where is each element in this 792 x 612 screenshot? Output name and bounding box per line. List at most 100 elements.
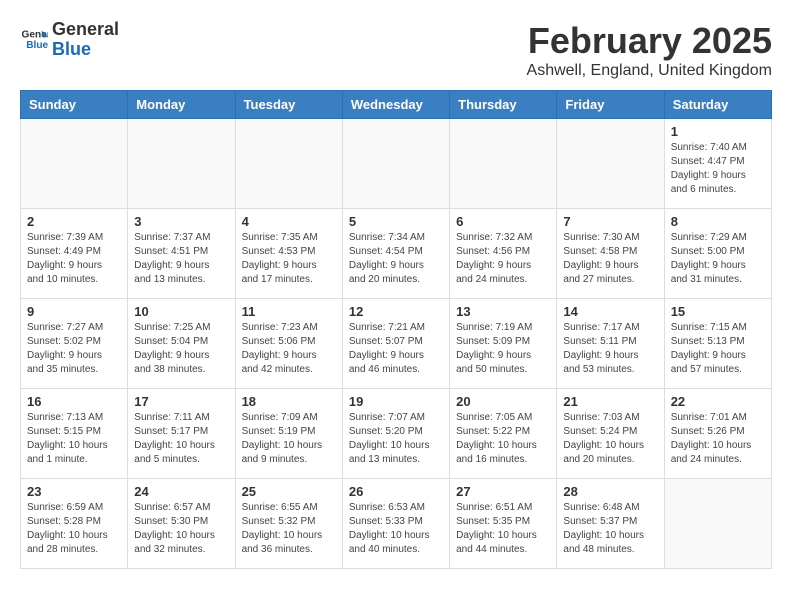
calendar-cell <box>342 119 449 209</box>
day-info: Sunrise: 7:23 AM Sunset: 5:06 PM Dayligh… <box>242 321 336 377</box>
day-info: Sunrise: 6:51 AM Sunset: 5:35 PM Dayligh… <box>456 501 550 557</box>
day-number: 27 <box>456 484 550 499</box>
calendar-subtitle: Ashwell, England, United Kingdom <box>527 62 772 80</box>
logo: General Blue General Blue <box>20 20 119 60</box>
calendar-cell: 16Sunrise: 7:13 AM Sunset: 5:15 PM Dayli… <box>21 389 128 479</box>
day-info: Sunrise: 6:53 AM Sunset: 5:33 PM Dayligh… <box>349 501 443 557</box>
day-number: 24 <box>134 484 228 499</box>
day-info: Sunrise: 7:01 AM Sunset: 5:26 PM Dayligh… <box>671 411 765 467</box>
day-number: 6 <box>456 214 550 229</box>
calendar-table: SundayMondayTuesdayWednesdayThursdayFrid… <box>20 90 772 569</box>
day-number: 14 <box>563 304 657 319</box>
day-info: Sunrise: 7:09 AM Sunset: 5:19 PM Dayligh… <box>242 411 336 467</box>
calendar-header-row: SundayMondayTuesdayWednesdayThursdayFrid… <box>21 91 772 119</box>
day-number: 20 <box>456 394 550 409</box>
day-info: Sunrise: 7:21 AM Sunset: 5:07 PM Dayligh… <box>349 321 443 377</box>
calendar-cell: 19 Sunrise: 7:07 AM Sunset: 5:20 PM Dayli… <box>342 389 449 479</box>
calendar-cell <box>664 479 771 569</box>
calendar-week-row: 16Sunrise: 7:13 AM Sunset: 5:15 PM Dayli… <box>21 389 772 479</box>
calendar-cell: 25 Sunrise: 6:55 AM Sunset: 5:32 PM Dayli… <box>235 479 342 569</box>
calendar-week-row: 2Sunrise: 7:39 AM Sunset: 4:49 PM Daylig… <box>21 209 772 299</box>
day-number: 7 <box>563 214 657 229</box>
calendar-cell: 13Sunrise: 7:19 AM Sunset: 5:09 PM Dayli… <box>450 299 557 389</box>
day-number: 17 <box>134 394 228 409</box>
day-info: Sunrise: 7:32 AM Sunset: 4:56 PM Dayligh… <box>456 231 550 287</box>
calendar-week-row: 1Sunrise: 7:40 AM Sunset: 4:47 PM Daylig… <box>21 119 772 209</box>
calendar-cell: 6 Sunrise: 7:32 AM Sunset: 4:56 PM Daylig… <box>450 209 557 299</box>
calendar-cell: 17 Sunrise: 7:11 AM Sunset: 5:17 PM Dayli… <box>128 389 235 479</box>
day-info: Sunrise: 7:29 AM Sunset: 5:00 PM Dayligh… <box>671 231 765 287</box>
calendar-cell: 27 Sunrise: 6:51 AM Sunset: 5:35 PM Dayli… <box>450 479 557 569</box>
day-number: 25 <box>242 484 336 499</box>
weekday-header: Sunday <box>21 91 128 119</box>
calendar-cell: 21 Sunrise: 7:03 AM Sunset: 5:24 PM Dayli… <box>557 389 664 479</box>
calendar-cell <box>450 119 557 209</box>
day-number: 28 <box>563 484 657 499</box>
calendar-cell: 20 Sunrise: 7:05 AM Sunset: 5:22 PM Dayli… <box>450 389 557 479</box>
day-info: Sunrise: 7:25 AM Sunset: 5:04 PM Dayligh… <box>134 321 228 377</box>
weekday-header: Monday <box>128 91 235 119</box>
calendar-cell: 14 Sunrise: 7:17 AM Sunset: 5:11 PM Dayli… <box>557 299 664 389</box>
calendar-cell: 22 Sunrise: 7:01 AM Sunset: 5:26 PM Dayli… <box>664 389 771 479</box>
calendar-cell: 26Sunrise: 6:53 AM Sunset: 5:33 PM Dayli… <box>342 479 449 569</box>
calendar-cell: 18 Sunrise: 7:09 AM Sunset: 5:19 PM Dayli… <box>235 389 342 479</box>
calendar-cell: 24 Sunrise: 6:57 AM Sunset: 5:30 PM Dayli… <box>128 479 235 569</box>
page-header: General Blue General Blue February 2025 … <box>20 20 772 80</box>
calendar-cell <box>128 119 235 209</box>
day-info: Sunrise: 7:34 AM Sunset: 4:54 PM Dayligh… <box>349 231 443 287</box>
day-info: Sunrise: 7:13 AM Sunset: 5:15 PM Dayligh… <box>27 411 121 467</box>
day-number: 3 <box>134 214 228 229</box>
day-number: 22 <box>671 394 765 409</box>
calendar-cell: 11 Sunrise: 7:23 AM Sunset: 5:06 PM Dayli… <box>235 299 342 389</box>
calendar-cell: 7Sunrise: 7:30 AM Sunset: 4:58 PM Daylig… <box>557 209 664 299</box>
day-number: 18 <box>242 394 336 409</box>
day-info: Sunrise: 7:37 AM Sunset: 4:51 PM Dayligh… <box>134 231 228 287</box>
calendar-cell: 3 Sunrise: 7:37 AM Sunset: 4:51 PM Daylig… <box>128 209 235 299</box>
day-info: Sunrise: 7:07 AM Sunset: 5:20 PM Dayligh… <box>349 411 443 467</box>
day-number: 11 <box>242 304 336 319</box>
calendar-cell: 1Sunrise: 7:40 AM Sunset: 4:47 PM Daylig… <box>664 119 771 209</box>
calendar-cell: 9 Sunrise: 7:27 AM Sunset: 5:02 PM Daylig… <box>21 299 128 389</box>
day-info: Sunrise: 7:03 AM Sunset: 5:24 PM Dayligh… <box>563 411 657 467</box>
day-info: Sunrise: 7:19 AM Sunset: 5:09 PM Dayligh… <box>456 321 550 377</box>
day-info: Sunrise: 7:11 AM Sunset: 5:17 PM Dayligh… <box>134 411 228 467</box>
calendar-cell: 12 Sunrise: 7:21 AM Sunset: 5:07 PM Dayli… <box>342 299 449 389</box>
calendar-cell: 2Sunrise: 7:39 AM Sunset: 4:49 PM Daylig… <box>21 209 128 299</box>
day-info: Sunrise: 6:57 AM Sunset: 5:30 PM Dayligh… <box>134 501 228 557</box>
calendar-cell: 15Sunrise: 7:15 AM Sunset: 5:13 PM Dayli… <box>664 299 771 389</box>
calendar-title: February 2025 <box>527 20 772 62</box>
calendar-cell: 23Sunrise: 6:59 AM Sunset: 5:28 PM Dayli… <box>21 479 128 569</box>
day-info: Sunrise: 7:05 AM Sunset: 5:22 PM Dayligh… <box>456 411 550 467</box>
svg-text:Blue: Blue <box>26 40 48 51</box>
calendar-week-row: 23Sunrise: 6:59 AM Sunset: 5:28 PM Dayli… <box>21 479 772 569</box>
day-number: 2 <box>27 214 121 229</box>
day-number: 15 <box>671 304 765 319</box>
day-number: 5 <box>349 214 443 229</box>
day-number: 4 <box>242 214 336 229</box>
calendar-cell: 4Sunrise: 7:35 AM Sunset: 4:53 PM Daylig… <box>235 209 342 299</box>
calendar-cell <box>557 119 664 209</box>
calendar-cell: 28 Sunrise: 6:48 AM Sunset: 5:37 PM Dayli… <box>557 479 664 569</box>
weekday-header: Friday <box>557 91 664 119</box>
day-number: 19 <box>349 394 443 409</box>
calendar-cell: 8Sunrise: 7:29 AM Sunset: 5:00 PM Daylig… <box>664 209 771 299</box>
day-number: 12 <box>349 304 443 319</box>
calendar-cell <box>235 119 342 209</box>
day-number: 10 <box>134 304 228 319</box>
calendar-week-row: 9 Sunrise: 7:27 AM Sunset: 5:02 PM Daylig… <box>21 299 772 389</box>
weekday-header: Saturday <box>664 91 771 119</box>
day-info: Sunrise: 7:17 AM Sunset: 5:11 PM Dayligh… <box>563 321 657 377</box>
day-info: Sunrise: 6:55 AM Sunset: 5:32 PM Dayligh… <box>242 501 336 557</box>
day-number: 21 <box>563 394 657 409</box>
logo-general: General <box>52 19 119 39</box>
day-number: 1 <box>671 124 765 139</box>
weekday-header: Tuesday <box>235 91 342 119</box>
title-block: February 2025 Ashwell, England, United K… <box>527 20 772 80</box>
day-number: 23 <box>27 484 121 499</box>
day-info: Sunrise: 6:48 AM Sunset: 5:37 PM Dayligh… <box>563 501 657 557</box>
day-number: 9 <box>27 304 121 319</box>
calendar-cell: 5 Sunrise: 7:34 AM Sunset: 4:54 PM Daylig… <box>342 209 449 299</box>
calendar-cell <box>21 119 128 209</box>
calendar-cell: 10 Sunrise: 7:25 AM Sunset: 5:04 PM Dayli… <box>128 299 235 389</box>
day-info: Sunrise: 7:27 AM Sunset: 5:02 PM Dayligh… <box>27 321 121 377</box>
